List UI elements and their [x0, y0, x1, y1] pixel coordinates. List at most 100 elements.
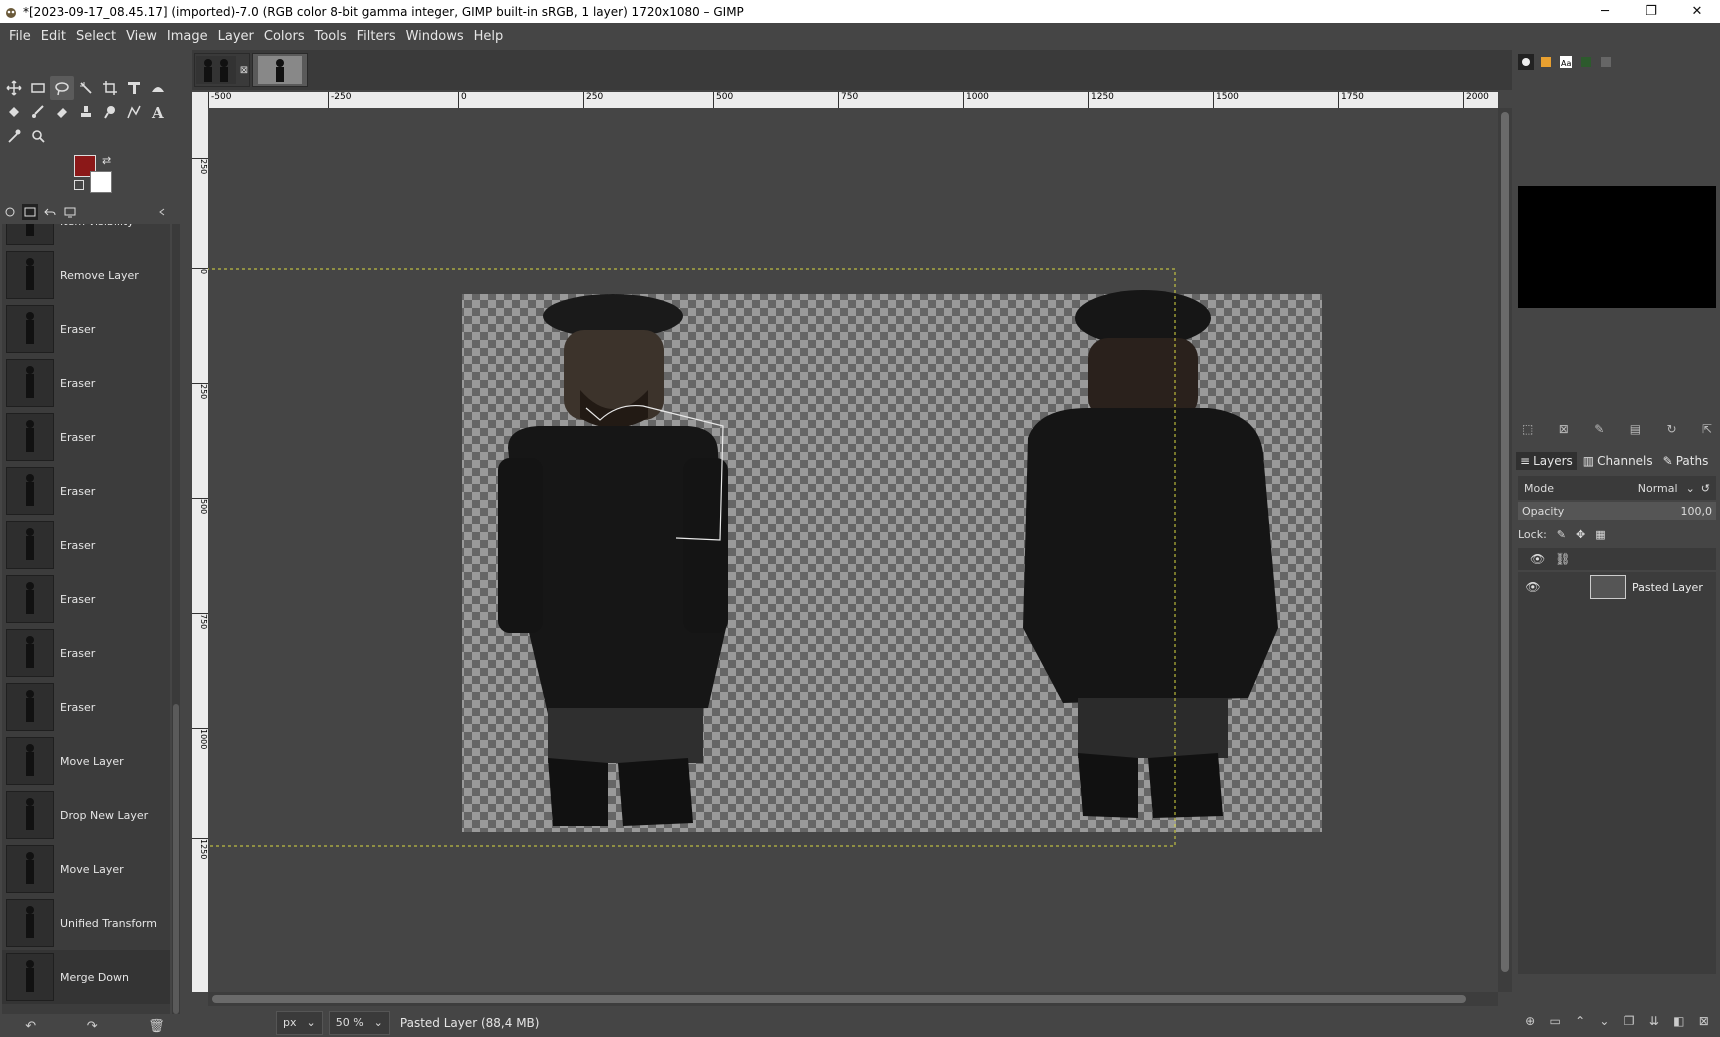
image-tab-1[interactable]: ⊠: [194, 53, 250, 87]
eraser-icon[interactable]: [50, 100, 74, 124]
move-tool-icon[interactable]: [2, 76, 26, 100]
minimize-button[interactable]: ─: [1582, 0, 1628, 23]
paintbrush-icon[interactable]: [26, 100, 50, 124]
zoom-select[interactable]: 50 % ⌄: [328, 1010, 390, 1035]
tab-paths[interactable]: ✎ Paths: [1659, 452, 1713, 470]
crop-icon[interactable]: [98, 76, 122, 100]
menu-help[interactable]: Help: [469, 29, 509, 44]
undo-history-item[interactable]: Remove Layer: [2, 248, 170, 302]
mask-icon[interactable]: ◧: [1673, 1014, 1684, 1028]
unified-transform-icon[interactable]: [122, 76, 146, 100]
menu-layer[interactable]: Layer: [213, 29, 259, 44]
background-color-swatch[interactable]: [90, 171, 112, 193]
undo-history-item[interactable]: Item visibility: [2, 224, 170, 248]
fonts-tab-icon[interactable]: Aa: [1558, 54, 1574, 70]
new-layer-icon[interactable]: ⊕: [1525, 1014, 1535, 1028]
opacity-slider[interactable]: Opacity 100,0: [1518, 502, 1716, 520]
gradients-tab-icon[interactable]: [1578, 54, 1594, 70]
undo-history-item[interactable]: Eraser: [2, 572, 170, 626]
undo-history-item[interactable]: Unified Transform: [2, 896, 170, 950]
lock-position-icon[interactable]: ✥: [1576, 528, 1585, 541]
tab-layers[interactable]: ≡ Layers: [1516, 452, 1577, 470]
menu-image[interactable]: Image: [162, 29, 213, 44]
dock-menu-icon[interactable]: [154, 204, 170, 220]
undo-history-item[interactable]: Eraser: [2, 302, 170, 356]
warp-icon[interactable]: [146, 76, 170, 100]
menu-view[interactable]: View: [121, 29, 162, 44]
lock-alpha-icon[interactable]: ▦: [1595, 528, 1605, 541]
clone-icon[interactable]: [74, 100, 98, 124]
paths-icon[interactable]: [122, 100, 146, 124]
redo-icon[interactable]: ↷: [87, 1019, 98, 1034]
delete-icon[interactable]: ⊠: [1559, 422, 1569, 436]
new-group-icon[interactable]: ▭: [1549, 1014, 1560, 1028]
image-tab-2[interactable]: [252, 53, 308, 87]
menu-colors[interactable]: Colors: [259, 29, 310, 44]
undo-history-item[interactable]: Eraser: [2, 464, 170, 518]
brush-preview[interactable]: [1518, 186, 1716, 308]
templates-tab-icon[interactable]: [62, 204, 78, 220]
undo-history-item[interactable]: Eraser: [2, 680, 170, 734]
text-icon[interactable]: A: [146, 100, 170, 124]
vertical-scrollbar[interactable]: [1498, 108, 1512, 992]
menu-file[interactable]: File: [4, 29, 36, 44]
unit-select[interactable]: px ⌄: [276, 1010, 323, 1035]
maximize-button[interactable]: ❐: [1628, 0, 1674, 23]
open-icon[interactable]: ⇱: [1702, 422, 1712, 436]
horizontal-scrollbar[interactable]: [208, 992, 1498, 1006]
scrollbar-thumb[interactable]: [212, 995, 1466, 1003]
undo-history-item[interactable]: Eraser: [2, 626, 170, 680]
scrollbar-thumb[interactable]: [1501, 112, 1509, 972]
tool-options-tab-icon[interactable]: [2, 204, 18, 220]
image-canvas[interactable]: [208, 108, 1498, 992]
fuzzy-select-icon[interactable]: [74, 76, 98, 100]
default-colors-icon[interactable]: [74, 180, 84, 190]
undo-history-item[interactable]: Eraser: [2, 410, 170, 464]
undo-history-item[interactable]: Eraser: [2, 518, 170, 572]
refresh-icon[interactable]: ↻: [1666, 422, 1676, 436]
layer-row[interactable]: 👁 Pasted Layer: [1518, 572, 1716, 602]
undo-history-item[interactable]: Merge Down: [2, 950, 170, 1004]
menu-tools[interactable]: Tools: [310, 29, 352, 44]
lock-pixels-icon[interactable]: ✎: [1557, 528, 1566, 541]
zoom-icon[interactable]: [26, 124, 50, 148]
smudge-icon[interactable]: [98, 100, 122, 124]
edit-icon[interactable]: ✎: [1594, 422, 1604, 436]
delete-layer-icon[interactable]: ⊠: [1699, 1014, 1709, 1028]
palettes-tab-icon[interactable]: [1598, 54, 1614, 70]
close-tab-icon[interactable]: ⊠: [240, 65, 248, 76]
layer-visibility-eye-icon[interactable]: 👁: [1518, 580, 1548, 594]
clear-history-icon[interactable]: 🗑: [148, 1019, 165, 1034]
undo-history-item[interactable]: Drop New Layer: [2, 788, 170, 842]
merge-down-icon[interactable]: ⇊: [1649, 1014, 1659, 1028]
images-tab-icon[interactable]: [22, 204, 38, 220]
close-button[interactable]: ✕: [1674, 0, 1720, 23]
menu-select[interactable]: Select: [71, 29, 121, 44]
undo-history-tab-icon[interactable]: [42, 204, 58, 220]
swap-colors-icon[interactable]: ⇄: [102, 154, 111, 167]
tab-channels[interactable]: ▥ Channels: [1579, 452, 1657, 470]
reset-mode-icon[interactable]: ↺: [1701, 482, 1710, 495]
ruler-corner[interactable]: [192, 92, 208, 108]
free-select-icon[interactable]: [50, 76, 74, 100]
duplicate-icon[interactable]: ⬚: [1522, 422, 1533, 436]
menu-filters[interactable]: Filters: [352, 29, 401, 44]
color-picker-icon[interactable]: [2, 124, 26, 148]
brushes-tab-icon[interactable]: [1518, 54, 1534, 70]
undo-history-item[interactable]: Move Layer: [2, 734, 170, 788]
bucket-fill-icon[interactable]: [2, 100, 26, 124]
undo-icon[interactable]: ↶: [25, 1019, 36, 1034]
undo-history-item[interactable]: Move Layer: [2, 842, 170, 896]
raise-layer-icon[interactable]: ⌃: [1575, 1014, 1585, 1028]
lower-layer-icon[interactable]: ⌄: [1599, 1014, 1609, 1028]
duplicate-layer-icon[interactable]: ❐: [1624, 1014, 1635, 1028]
menu-windows[interactable]: Windows: [401, 29, 469, 44]
undo-history-item[interactable]: Eraser: [2, 356, 170, 410]
rect-select-icon[interactable]: [26, 76, 50, 100]
undo-history-scrollbar[interactable]: [172, 224, 180, 1014]
patterns-tab-icon[interactable]: [1538, 54, 1554, 70]
scrollbar-thumb[interactable]: [173, 704, 179, 1014]
menu-edit[interactable]: Edit: [36, 29, 71, 44]
copy-icon[interactable]: ▤: [1630, 422, 1641, 436]
mode-select[interactable]: Mode Normal ⌄ ↺: [1518, 476, 1716, 500]
